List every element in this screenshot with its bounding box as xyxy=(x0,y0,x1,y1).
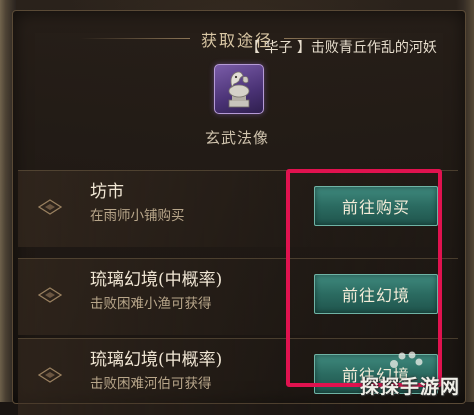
source-title: 琉璃幻境(中概率) xyxy=(90,270,223,290)
source-title: 琉璃幻境(中概率) xyxy=(90,350,223,370)
source-subtitle: 击败困难小渔可获得 xyxy=(90,296,212,312)
item-icon-frame[interactable] xyxy=(214,64,264,114)
diamond-bullet-icon xyxy=(38,199,62,215)
watermark-paw-icon xyxy=(390,351,423,368)
diamond-bullet-icon xyxy=(38,367,62,383)
site-watermark: 探探手游网 xyxy=(360,376,461,398)
source-subtitle: 在雨师小铺购买 xyxy=(90,208,185,224)
diamond-bullet-icon xyxy=(38,287,62,303)
item-name: 玄武法像 xyxy=(204,129,269,147)
quest-hint-text: 【 华子 】击败青丘作乱的河妖 xyxy=(246,40,437,56)
source-title: 坊市 xyxy=(90,182,124,202)
xuanwu-statue-icon xyxy=(228,71,250,108)
source-subtitle: 击败困难河伯可获得 xyxy=(90,376,212,392)
